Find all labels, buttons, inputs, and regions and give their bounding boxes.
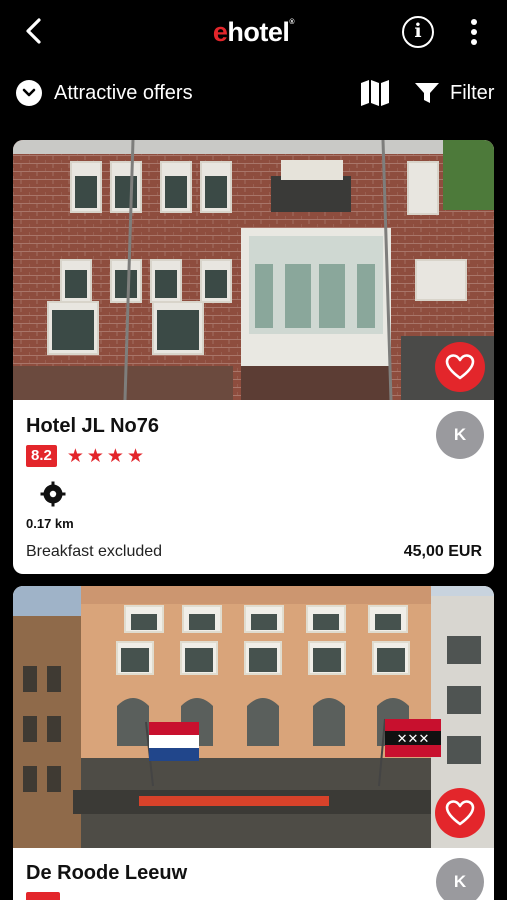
favorite-heart-icon[interactable] bbox=[435, 788, 485, 838]
top-bar: ehotel® i bbox=[0, 0, 507, 66]
results-toolbar: Attractive offers Filter bbox=[0, 70, 507, 116]
favorite-heart-icon[interactable] bbox=[435, 342, 485, 392]
rating-score-badge bbox=[26, 892, 60, 900]
avatar[interactable]: K bbox=[436, 411, 484, 459]
location-target-icon bbox=[40, 481, 66, 507]
star-rating: ★★★★ bbox=[66, 445, 147, 467]
hotel-name[interactable]: De Roode Leeuw bbox=[26, 862, 187, 885]
rating-row: 8.2 ★★★★ bbox=[26, 445, 147, 467]
logo-registered-mark: ® bbox=[289, 19, 295, 26]
filter-button[interactable]: Filter bbox=[414, 78, 494, 108]
hotel-name[interactable]: Hotel JL No76 bbox=[26, 415, 159, 438]
hotel-photo[interactable]: ✕✕✕ bbox=[13, 586, 494, 848]
filter-icon bbox=[415, 83, 439, 103]
info-icon[interactable]: i bbox=[402, 16, 434, 48]
logo-e: e bbox=[212, 17, 228, 47]
sort-button[interactable]: Attractive offers bbox=[16, 78, 193, 108]
sort-label: Attractive offers bbox=[54, 81, 193, 104]
hotel-card[interactable]: Hotel JL No76 K 8.2 ★★★★ 0.17 km Breakfa… bbox=[13, 140, 494, 574]
distance-label: 0.17 km bbox=[26, 516, 74, 531]
more-options-icon[interactable] bbox=[462, 16, 486, 48]
hotel-photo[interactable] bbox=[13, 140, 494, 400]
price-label: 45,00 EUR bbox=[403, 543, 482, 560]
logo-text: hotel bbox=[227, 17, 290, 47]
hotel-card[interactable]: ✕✕✕ De Roode Leeuw K bbox=[13, 586, 494, 900]
rating-score-badge: 8.2 bbox=[26, 445, 57, 467]
breakfast-info: Breakfast excluded bbox=[26, 543, 163, 560]
chevron-down-icon bbox=[16, 80, 42, 106]
avatar[interactable]: K bbox=[436, 858, 484, 900]
flag-crosses: ✕✕✕ bbox=[397, 732, 430, 747]
map-icon[interactable] bbox=[359, 78, 391, 108]
filter-label: Filter bbox=[450, 81, 495, 104]
